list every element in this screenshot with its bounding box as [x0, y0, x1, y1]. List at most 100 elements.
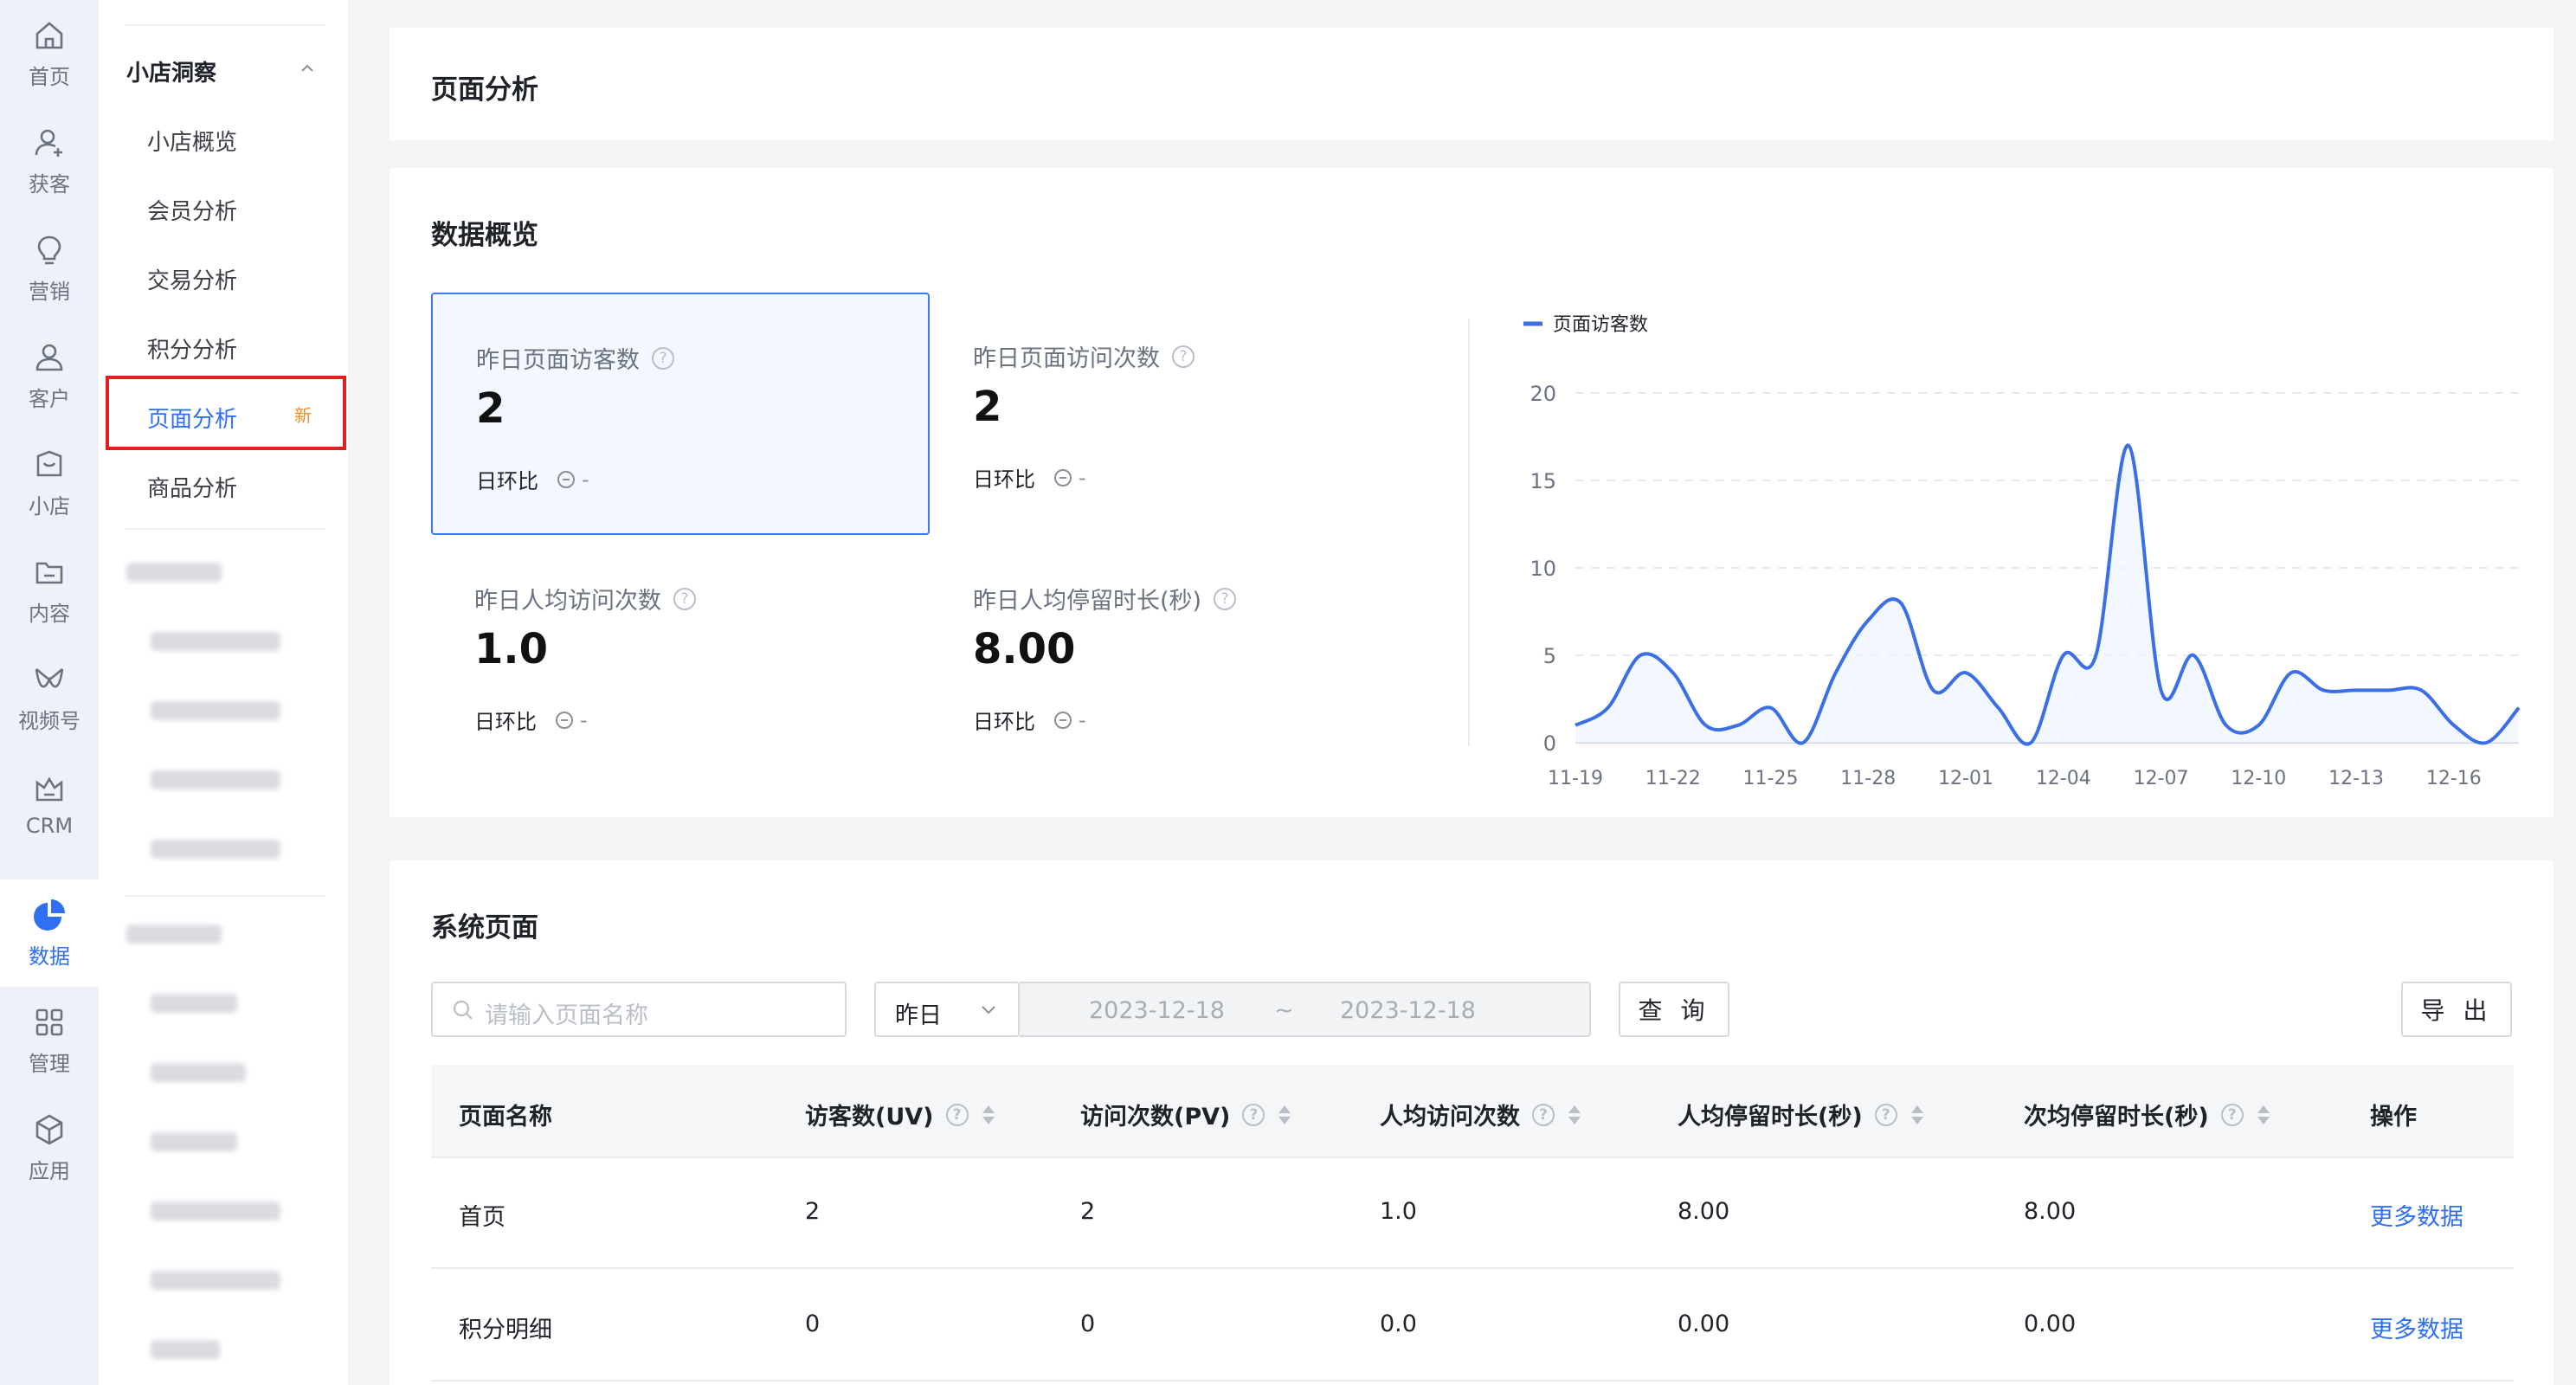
help-icon[interactable]: ? [1532, 1103, 1555, 1126]
date-range-value: 昨日 [895, 1002, 942, 1029]
query-button[interactable]: 查 询 [1619, 982, 1729, 1037]
help-icon[interactable]: ? [1172, 345, 1195, 368]
sort-icon[interactable] [1910, 1104, 1923, 1126]
crm-icon [35, 776, 63, 802]
blurred-menu-item [151, 701, 280, 720]
stat-card-page-visitors[interactable]: 昨日页面访客数? 2 日环比 - [431, 293, 930, 535]
more-data-link[interactable]: 更多数据 [2370, 1198, 2463, 1232]
date-range-select[interactable]: 昨日 [874, 982, 1020, 1037]
column-header-per-visit-stay[interactable]: 次均停留时长(秒)? [2024, 1098, 2270, 1131]
page-title-card: 页面分析 [390, 28, 2553, 140]
column-header-avg-stay[interactable]: 人均停留时长(秒)? [1678, 1098, 1923, 1131]
column-header-uv[interactable]: 访客数(UV)? [805, 1098, 995, 1131]
search-placeholder: 请输入页面名称 [485, 1002, 648, 1029]
menu-item-trade-analysis[interactable]: 交易分析 [147, 263, 237, 295]
stat-label: 昨日人均停留时长(秒)? [973, 582, 1237, 615]
minus-circle-icon [1054, 468, 1072, 486]
rail-item-crm[interactable]: CRM [0, 751, 99, 859]
stat-card-avg-visits[interactable]: 昨日人均访问次数? 1.0 日环比 - [431, 535, 930, 777]
y-tick-label: 10 [1530, 557, 1556, 581]
menu-item-product-analysis[interactable]: 商品分析 [147, 471, 237, 503]
rail-item-home[interactable]: 首页 [0, 0, 99, 107]
stat-value: 8.00 [973, 625, 1076, 673]
blurred-group-title [126, 563, 222, 582]
blurred-menu-item [151, 770, 280, 789]
cell-pv: 2 [1080, 1198, 1096, 1225]
menu-item-points-analysis[interactable]: 积分分析 [147, 332, 237, 364]
help-icon[interactable]: ? [652, 346, 674, 370]
column-header-page-name: 页面名称 [459, 1104, 552, 1131]
minus-circle-icon [557, 470, 575, 488]
secondary-menu: 小店洞察 小店概览 会员分析 交易分析 积分分析 页面分析 新 商品分析 [99, 0, 348, 1385]
rail-item-acquire[interactable]: 获客 [0, 107, 99, 215]
minus-circle-icon [556, 711, 573, 729]
overview-card: 数据概览 昨日页面访客数? 2 日环比 - 昨日页面访问次数? 2 日环比 - 昨日… [390, 168, 2553, 817]
more-data-link[interactable]: 更多数据 [2370, 1311, 2463, 1344]
help-icon[interactable]: ? [1874, 1103, 1897, 1126]
menu-item-shop-overview[interactable]: 小店概览 [147, 125, 237, 157]
help-icon[interactable]: ? [1242, 1103, 1265, 1126]
menu-group-title[interactable]: 小店洞察 [126, 55, 216, 87]
rail-label: 视频号 [18, 708, 80, 733]
home-icon [35, 21, 63, 48]
rail-item-customer[interactable]: 客户 [0, 322, 99, 429]
date-separator: ~ [1274, 997, 1294, 1024]
stat-card-page-visits[interactable]: 昨日页面访问次数? 2 日环比 - [930, 293, 1428, 535]
help-icon[interactable]: ? [673, 587, 696, 610]
row-divider [431, 1156, 2514, 1158]
start-date: 2023-12-18 [1089, 997, 1225, 1024]
x-tick-label: 12-16 [2426, 768, 2482, 789]
menu-divider [125, 528, 325, 530]
x-tick-label: 11-28 [1840, 768, 1896, 789]
legend-label: 页面访客数 [1553, 314, 1648, 336]
chevron-up-icon[interactable] [299, 61, 315, 76]
x-tick-label: 12-13 [2328, 768, 2384, 789]
user-add-icon [35, 129, 62, 157]
cell-uv: 0 [805, 1311, 821, 1337]
rail-item-data[interactable]: 数据 [0, 879, 99, 987]
grid-icon [35, 1008, 63, 1035]
stat-value: 2 [973, 383, 1002, 431]
x-tick-label: 11-25 [1743, 768, 1799, 789]
rail-label: 小店 [29, 493, 70, 519]
rail-label: 应用 [29, 1158, 70, 1183]
sort-icon[interactable] [2257, 1104, 2270, 1126]
folder-icon [35, 562, 63, 583]
column-header-avg-visits[interactable]: 人均访问次数? [1380, 1098, 1581, 1131]
blurred-menu-item [151, 1063, 246, 1082]
date-range-picker[interactable]: 2023-12-18 ~ 2023-12-18 [1020, 982, 1591, 1037]
export-button[interactable]: 导 出 [2401, 982, 2512, 1037]
column-header-pv[interactable]: 访问次数(PV)? [1080, 1098, 1291, 1131]
pie-chart-icon [34, 899, 65, 931]
x-tick-label: 12-04 [2036, 768, 2091, 789]
page-name-search-input[interactable]: 请输入页面名称 [431, 982, 847, 1037]
visitors-line-chart: 0 5 10 15 20 11-19 11-22 11-25 11-28 12-01 12-04 12… [1523, 314, 2521, 789]
cell-avg-stay: 0.00 [1678, 1311, 1730, 1337]
shop-icon [36, 450, 62, 476]
rail-label: 首页 [29, 64, 70, 89]
rail-item-manage[interactable]: 管理 [0, 987, 99, 1094]
user-icon [35, 344, 63, 370]
rail-item-shop[interactable]: 小店 [0, 429, 99, 537]
menu-item-page-analysis[interactable]: 页面分析 [147, 402, 237, 434]
rail-item-video-channel[interactable]: 视频号 [0, 644, 99, 751]
help-icon[interactable]: ? [2220, 1103, 2244, 1126]
column-header-action: 操作 [2370, 1104, 2417, 1131]
blurred-menu-item [151, 1340, 220, 1359]
menu-item-member-analysis[interactable]: 会员分析 [147, 194, 237, 226]
rail-item-content[interactable]: 内容 [0, 537, 99, 644]
stat-label: 昨日页面访问次数? [973, 339, 1195, 373]
help-icon[interactable]: ? [945, 1103, 969, 1126]
row-divider [431, 1380, 2514, 1382]
sort-icon[interactable] [982, 1104, 995, 1126]
end-date: 2023-12-18 [1340, 997, 1476, 1024]
rail-item-apps[interactable]: 应用 [0, 1094, 99, 1201]
rail-item-marketing[interactable]: 营销 [0, 215, 99, 322]
chevron-down-icon [982, 1006, 995, 1015]
sort-icon[interactable] [1568, 1104, 1581, 1126]
sort-icon[interactable] [1278, 1104, 1291, 1126]
x-tick-label: 12-10 [2231, 768, 2286, 789]
stat-card-avg-stay[interactable]: 昨日人均停留时长(秒)? 8.00 日环比 - [930, 535, 1428, 777]
x-tick-label: 11-19 [1548, 768, 1603, 789]
help-icon[interactable]: ? [1214, 587, 1237, 610]
